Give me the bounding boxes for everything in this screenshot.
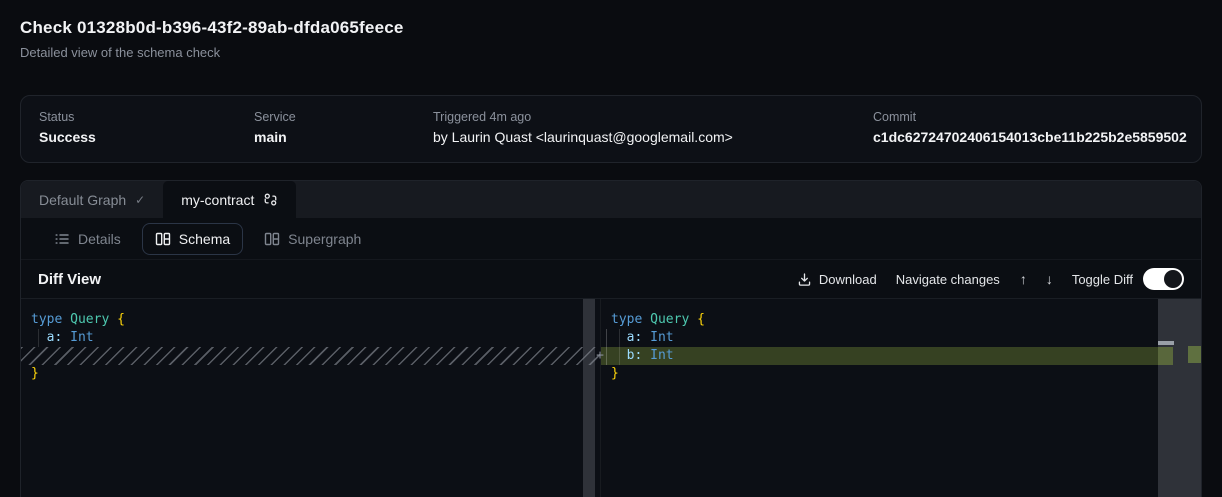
toggle-diff-switch[interactable] — [1143, 268, 1184, 290]
toggle-diff-label: Toggle Diff — [1072, 272, 1133, 287]
code-line: a: Int — [21, 329, 600, 347]
download-button[interactable]: Download — [797, 272, 877, 287]
status-label: Status — [39, 110, 96, 124]
commit-label: Commit — [873, 110, 1187, 124]
editor-divider — [600, 299, 601, 497]
view-tab-strip: Details Schema — [21, 218, 1201, 259]
indent-guide — [38, 329, 39, 347]
meta-status: Status Success — [39, 110, 96, 145]
download-label: Download — [819, 272, 877, 287]
diff-view-title: Diff View — [38, 271, 101, 288]
left-editor-scrollbar[interactable] — [583, 299, 595, 497]
diff-editor-modified: type Query { a: Int b: Int} — [601, 299, 1201, 497]
diff-line-placeholder — [21, 347, 600, 365]
list-icon — [54, 231, 70, 247]
code-line: } — [601, 365, 1201, 383]
navigate-changes-label: Navigate changes — [896, 272, 1000, 287]
code-line: type Query { — [21, 311, 600, 329]
check-meta-card: Status Success Service main Triggered 4m… — [20, 95, 1202, 163]
code-line: a: Int — [601, 329, 1201, 347]
minimap-thumb — [1158, 341, 1174, 345]
diff-editor-original: type Query { a: Int} — [21, 299, 600, 497]
navigate-changes-button[interactable]: Navigate changes — [896, 272, 1000, 287]
check-detail-card: Default Graph ✓ my-contract — [20, 180, 1202, 497]
diff-controls: Download Navigate changes ↑ ↓ Toggle Dif… — [797, 268, 1184, 290]
tab-details[interactable]: Details — [41, 223, 134, 255]
meta-commit: Commit c1dc62724702406154013cbe11b225b2e… — [873, 110, 1187, 145]
toggle-diff-knob — [1164, 270, 1182, 288]
panels-icon — [264, 231, 280, 247]
tab-my-contract[interactable]: my-contract — [163, 181, 296, 218]
tab-supergraph[interactable]: Supergraph — [251, 223, 374, 255]
graph-tab-strip: Default Graph ✓ my-contract — [21, 181, 1201, 218]
next-change-button[interactable]: ↓ — [1043, 271, 1056, 287]
meta-triggered: Triggered 4m ago by Laurin Quast <laurin… — [433, 110, 733, 145]
diff-line-added: b: Int — [601, 347, 1158, 365]
right-editor-scrollbar[interactable] — [1158, 299, 1201, 497]
code-line: } — [21, 365, 600, 383]
previous-change-button[interactable]: ↑ — [1017, 271, 1030, 287]
code-line: type Query { — [601, 311, 1201, 329]
page-subtitle: Detailed view of the schema check — [20, 45, 404, 60]
tab-details-label: Details — [78, 231, 121, 247]
tab-schema[interactable]: Schema — [142, 223, 243, 255]
tab-default-graph-label: Default Graph — [39, 192, 126, 208]
service-value: main — [254, 129, 296, 145]
page-header: Check 01328b0d-b396-43f2-89ab-dfda065fee… — [20, 18, 404, 60]
download-icon — [797, 272, 812, 287]
page-title: Check 01328b0d-b396-43f2-89ab-dfda065fee… — [20, 18, 404, 38]
triggered-value: by Laurin Quast <laurinquast@googlemail.… — [433, 129, 733, 145]
service-label: Service — [254, 110, 296, 124]
schema-check-page: Check 01328b0d-b396-43f2-89ab-dfda065fee… — [0, 0, 1222, 497]
minimap-added-line-marker — [1158, 347, 1173, 365]
check-icon: ✓ — [135, 194, 145, 206]
meta-service: Service main — [254, 110, 296, 145]
tab-default-graph[interactable]: Default Graph ✓ — [21, 181, 163, 218]
triggered-label: Triggered 4m ago — [433, 110, 733, 124]
git-compare-icon — [263, 192, 278, 207]
overview-ruler-added-marker — [1188, 346, 1201, 363]
panels-icon — [155, 231, 171, 247]
diff-editor: type Query { a: Int} type Query { a: Int… — [21, 299, 1201, 497]
diff-header: Diff View Download Navigate changes ↑ ↓ … — [21, 259, 1201, 299]
tab-schema-label: Schema — [179, 231, 230, 247]
tab-my-contract-label: my-contract — [181, 192, 254, 208]
indent-guide — [619, 329, 620, 365]
status-value: Success — [39, 129, 96, 145]
commit-value: c1dc62724702406154013cbe11b225b2e5859502 — [873, 129, 1187, 145]
tab-supergraph-label: Supergraph — [288, 231, 361, 247]
